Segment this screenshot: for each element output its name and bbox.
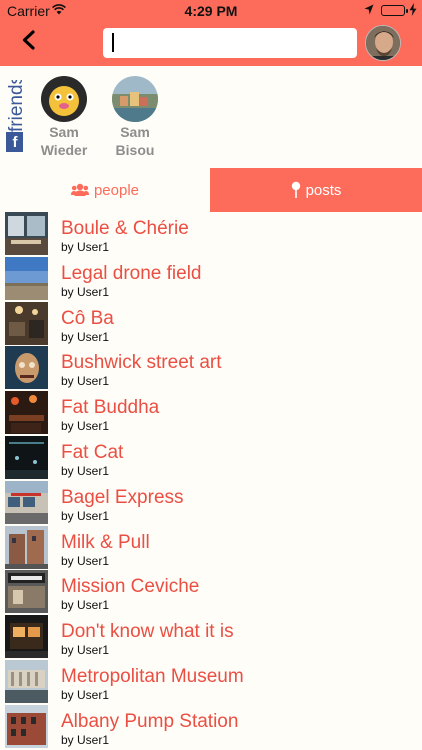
post-thumbnail <box>5 256 48 300</box>
post-title: Fat Cat <box>61 441 124 463</box>
post-author: by User1 <box>61 508 110 523</box>
post-author: by User1 <box>61 643 110 658</box>
post-thumbnail <box>5 615 48 659</box>
pin-icon <box>291 181 300 198</box>
post-title: Cô Ba <box>61 307 114 329</box>
post-thumbnail <box>5 659 48 703</box>
post-title: Bagel Express <box>61 486 184 508</box>
post-row[interactable]: Fat Cat by User1 <box>0 435 422 481</box>
post-title: Albany Pump Station <box>61 710 239 732</box>
post-thumbnail <box>5 570 48 614</box>
post-row[interactable]: Legal drone field by User1 <box>0 256 422 302</box>
friend-first-name: Sam <box>49 124 79 140</box>
post-author: by User1 <box>61 374 110 389</box>
tab-people-label: people <box>93 181 140 199</box>
post-row[interactable]: Albany Pump Station by User1 <box>0 704 422 750</box>
friend-first-name: Sam <box>120 124 150 140</box>
post-author: by User1 <box>61 419 110 434</box>
post-thumbnail <box>5 525 48 569</box>
post-row[interactable]: Mission Ceviche by User1 <box>0 570 422 615</box>
navigation-bar: Carrier 4:29 PM <box>0 0 422 66</box>
post-row[interactable]: Metropolitan Museum by User1 <box>0 659 422 705</box>
friend-last-name: Bisou <box>115 142 155 158</box>
post-author: by User1 <box>61 732 110 747</box>
facebook-friends-label: f friends <box>6 80 27 152</box>
post-title: Legal drone field <box>61 262 202 284</box>
post-title: Fat Buddha <box>61 397 160 419</box>
post-row[interactable]: Don't know what it is by User1 <box>0 615 422 660</box>
battery-icon <box>381 5 408 16</box>
search-input[interactable] <box>103 28 357 58</box>
clock: 4:29 PM <box>184 3 238 19</box>
post-list: Boule & Chérie by User1 Legal drone field b… <box>0 212 422 750</box>
post-thumbnail <box>5 435 48 479</box>
post-title: Boule & Chérie <box>61 218 189 239</box>
tab-posts-label: posts <box>305 181 342 199</box>
post-title: Milk & Pull <box>61 531 150 553</box>
post-author: by User1 <box>61 687 110 702</box>
friend-avatar <box>112 76 158 122</box>
post-title: Mission Ceviche <box>61 576 200 598</box>
post-thumbnail <box>5 301 48 345</box>
post-thumbnail <box>5 391 48 435</box>
charging-bolt-icon <box>409 3 417 16</box>
post-author: by User1 <box>61 598 110 613</box>
post-title: Don't know what it is <box>61 621 234 643</box>
text-cursor <box>112 33 114 52</box>
post-author: by User1 <box>61 329 110 344</box>
post-row[interactable]: Milk & Pull by User1 <box>0 525 422 571</box>
post-row[interactable]: Bagel Express by User1 <box>0 480 422 526</box>
post-thumbnail <box>5 704 48 748</box>
post-row[interactable]: Fat Buddha by User1 <box>0 391 422 436</box>
post-row[interactable]: Bushwick street art by User1 <box>0 346 422 391</box>
people-icon <box>70 183 89 196</box>
friend-last-name: Wieder <box>40 142 88 158</box>
tab-people[interactable]: people <box>0 168 210 212</box>
post-author: by User1 <box>61 284 110 299</box>
tab-bar: people posts <box>0 168 422 212</box>
friend-sam-wieder[interactable]: Sam Wieder <box>34 76 94 158</box>
post-thumbnail <box>5 480 48 524</box>
post-row[interactable]: Boule & Chérie by User1 <box>0 212 422 257</box>
friends-label-text: friends <box>6 80 27 132</box>
back-chevron-icon[interactable] <box>18 29 40 51</box>
post-author: by User1 <box>61 240 110 254</box>
location-arrow-icon <box>364 4 374 15</box>
status-bar: Carrier 4:29 PM <box>0 0 422 22</box>
post-title: Bushwick street art <box>61 352 222 374</box>
post-title: Metropolitan Museum <box>61 665 244 687</box>
post-row[interactable]: Cô Ba by User1 <box>0 301 422 347</box>
tab-posts[interactable]: posts <box>210 168 422 212</box>
post-author: by User1 <box>61 463 110 478</box>
profile-avatar[interactable] <box>365 25 401 61</box>
friend-avatar <box>41 76 87 122</box>
post-author: by User1 <box>61 553 110 568</box>
friend-sam-bisou[interactable]: Sam Bisou <box>105 76 165 158</box>
post-thumbnail <box>5 346 48 390</box>
post-thumbnail <box>5 212 48 255</box>
